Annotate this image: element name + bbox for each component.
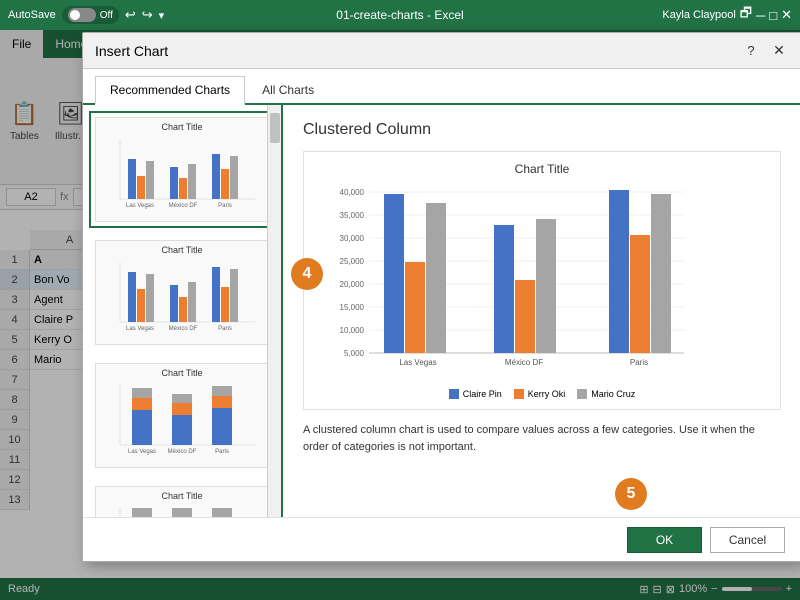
- dialog-title-text: Insert Chart: [95, 43, 168, 59]
- thumb3-title: Chart Title: [100, 368, 264, 378]
- svg-text:5,000: 5,000: [344, 349, 365, 358]
- svg-text:Paris: Paris: [218, 203, 232, 209]
- svg-text:30,000: 30,000: [340, 234, 365, 243]
- legend-dot-claire: [449, 389, 459, 399]
- dialog-footer: OK Cancel: [83, 517, 800, 561]
- restore-icon[interactable]: 🗗: [740, 4, 752, 26]
- legend-dot-mario: [577, 389, 587, 399]
- redo-icon[interactable]: ↪: [142, 7, 153, 23]
- dialog-tabs: Recommended Charts All Charts: [83, 69, 800, 105]
- thumb4-title: Chart Title: [100, 491, 264, 501]
- maximize-icon[interactable]: □: [769, 8, 777, 23]
- toggle-state: Off: [100, 10, 113, 21]
- window-close-icon[interactable]: ✕: [781, 7, 792, 23]
- mini-chart-3: Las Vegas México DF Paris: [100, 380, 260, 460]
- dialog-help-button[interactable]: ?: [741, 41, 761, 61]
- legend-claire: Claire Pin: [449, 389, 502, 399]
- chart-legend: Claire Pin Kerry Oki Mario Cruz: [314, 389, 770, 399]
- legend-mario: Mario Cruz: [577, 389, 635, 399]
- insert-chart-dialog: Insert Chart ? ✕ Recommended Charts All …: [82, 32, 800, 562]
- legend-dot-kerry: [514, 389, 524, 399]
- svg-text:México DF: México DF: [168, 449, 197, 455]
- window-title: 01-create-charts - Excel: [336, 8, 463, 22]
- large-chart-title: Chart Title: [314, 162, 770, 176]
- large-chart: Chart Title 40,000 35,000 30,000 25,000: [303, 151, 781, 410]
- dialog-title-bar: Insert Chart ? ✕: [83, 33, 800, 69]
- svg-text:25,000: 25,000: [340, 257, 365, 266]
- chart-thumbnail-3[interactable]: Chart Title Las Vegas: [89, 357, 275, 474]
- chart-description: A clustered column chart is used to comp…: [303, 422, 781, 455]
- cancel-button[interactable]: Cancel: [710, 527, 785, 553]
- ok-button[interactable]: OK: [627, 527, 702, 553]
- main-chart-svg: 40,000 35,000 30,000 25,000 20,000 15,00…: [314, 182, 694, 382]
- autosave-toggle[interactable]: Off: [62, 6, 119, 24]
- minimize-icon[interactable]: ─: [756, 8, 765, 23]
- svg-text:Paris: Paris: [215, 449, 229, 455]
- legend-label-kerry: Kerry Oki: [528, 389, 566, 399]
- dialog-close-button[interactable]: ✕: [769, 41, 789, 61]
- step-badge-4: 4: [291, 258, 323, 290]
- svg-text:Paris: Paris: [630, 358, 648, 367]
- user-name: Kayla Claypool: [662, 9, 735, 21]
- mini-chart-2: Las Vegas México DF Paris: [100, 257, 260, 337]
- svg-text:México DF: México DF: [169, 203, 198, 209]
- svg-text:20,000: 20,000: [340, 280, 365, 289]
- thumb1-title: Chart Title: [100, 122, 264, 132]
- legend-kerry: Kerry Oki: [514, 389, 566, 399]
- svg-text:Las Vegas: Las Vegas: [126, 203, 154, 209]
- svg-text:Paris: Paris: [218, 326, 232, 332]
- tab-all-charts[interactable]: All Charts: [247, 76, 329, 103]
- title-bar: AutoSave Off ↩ ↪ ▾ 01-create-charts - Ex…: [0, 0, 800, 30]
- chart-type-title: Clustered Column: [303, 121, 781, 139]
- svg-text:15,000: 15,000: [340, 303, 365, 312]
- chart-thumbnail-1[interactable]: Chart Title: [89, 111, 275, 228]
- step-badge-5: 5: [615, 478, 647, 510]
- svg-text:Las Vegas: Las Vegas: [126, 326, 154, 332]
- chart-thumbnail-2[interactable]: Chart Title Las Vegas: [89, 234, 275, 351]
- quick-access-icon[interactable]: ▾: [159, 9, 165, 22]
- tab-recommended-charts[interactable]: Recommended Charts: [95, 76, 245, 105]
- svg-text:México DF: México DF: [505, 358, 543, 367]
- svg-text:40,000: 40,000: [340, 188, 365, 197]
- badge5-label: 5: [627, 485, 636, 503]
- legend-label-claire: Claire Pin: [463, 389, 502, 399]
- thumb2-title: Chart Title: [100, 245, 264, 255]
- svg-text:México DF: México DF: [169, 326, 198, 332]
- svg-text:Las Vegas: Las Vegas: [128, 449, 156, 455]
- mini-chart-1: Las Vegas México DF Paris: [100, 134, 260, 214]
- dialog-body: Chart Title: [83, 105, 800, 545]
- svg-text:35,000: 35,000: [340, 211, 365, 220]
- svg-text:10,000: 10,000: [340, 326, 365, 335]
- undo-icon[interactable]: ↩: [125, 7, 136, 23]
- description-text: A clustered column chart is used to comp…: [303, 422, 781, 455]
- thumbnail-scrollbar[interactable]: ▼: [267, 105, 281, 545]
- legend-label-mario: Mario Cruz: [591, 389, 635, 399]
- chart-thumbnail-list: Chart Title: [83, 105, 283, 545]
- svg-text:Las Vegas: Las Vegas: [399, 358, 436, 367]
- autosave-label: AutoSave: [8, 9, 56, 21]
- badge4-label: 4: [303, 265, 312, 283]
- chart-detail-panel: Clustered Column Chart Title 40,000 3: [283, 105, 800, 545]
